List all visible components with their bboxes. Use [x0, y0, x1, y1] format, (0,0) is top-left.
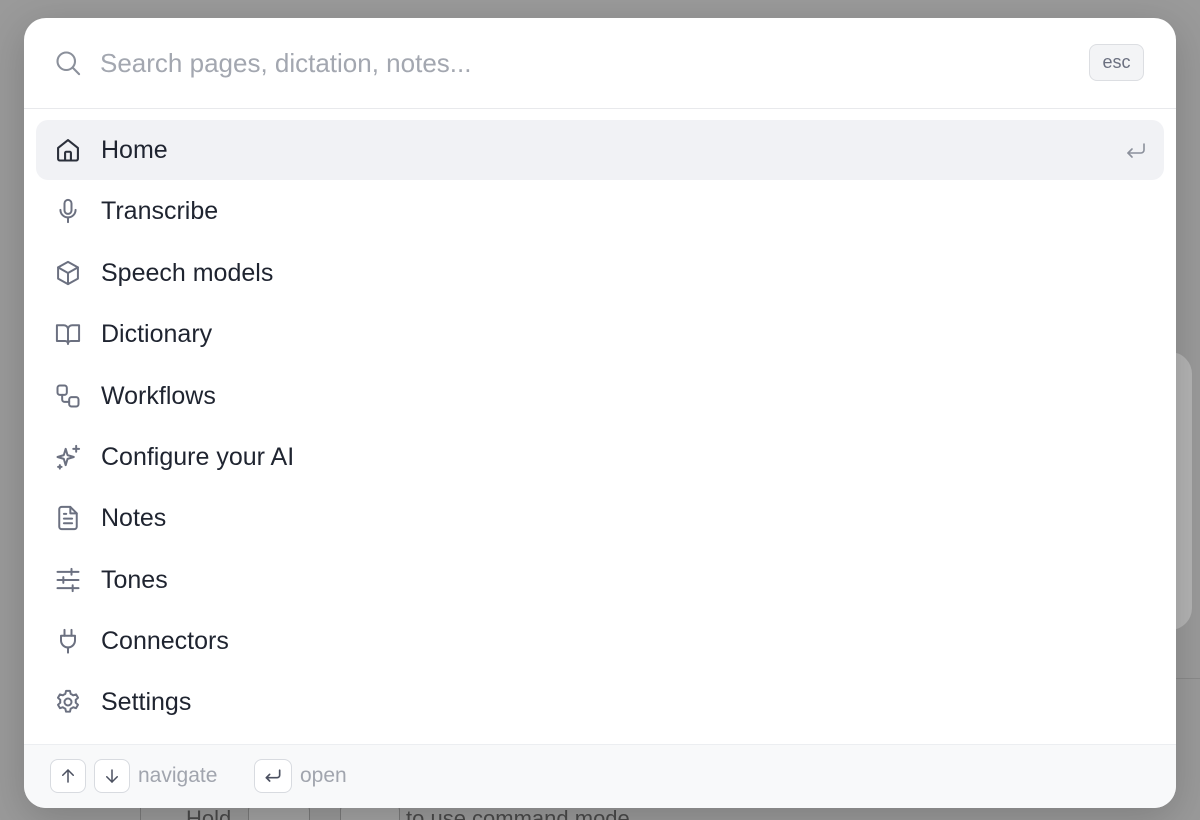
arrow-up-key [50, 759, 86, 793]
sparkles-icon [54, 443, 82, 471]
enter-icon [1127, 143, 1145, 158]
book-open-icon [54, 320, 82, 348]
command-item-label: Notes [101, 504, 167, 533]
command-item-label: Transcribe [101, 197, 219, 226]
microphone-icon [54, 197, 82, 225]
home-icon [54, 136, 82, 164]
esc-key-badge[interactable]: esc [1089, 44, 1144, 81]
command-item-label: Home [101, 136, 168, 164]
command-item-connectors[interactable]: Connectors [36, 611, 1164, 671]
command-item-notes[interactable]: Notes [36, 488, 1164, 548]
navigate-hint: navigate [138, 764, 218, 787]
command-item-label: Tones [101, 565, 168, 594]
gear-icon [54, 688, 82, 716]
search-icon [56, 51, 81, 76]
command-item-workflows[interactable]: Workflows [36, 366, 1164, 426]
command-item-home[interactable]: Home [36, 120, 1164, 180]
command-item-settings[interactable]: Settings [36, 672, 1164, 732]
command-item-dictionary[interactable]: Dictionary [36, 304, 1164, 364]
arrow-up-icon [62, 769, 74, 783]
search-bar: esc [24, 18, 1176, 109]
command-list: Home Transcribe Speech models Dictionary… [36, 120, 1164, 734]
command-item-label: Connectors [101, 627, 229, 655]
file-text-icon [54, 504, 82, 532]
command-palette: esc Home Trans [24, 18, 1176, 808]
arrow-down-key [94, 759, 130, 793]
command-item-speech-models[interactable]: Speech models [36, 243, 1164, 303]
command-item-label: Settings [101, 688, 192, 717]
workflow-icon [54, 382, 82, 410]
arrow-down-icon [106, 769, 118, 783]
command-item-label: Speech models [101, 258, 274, 287]
background-hint-prefix: Hold [186, 806, 232, 820]
palette-footer: navigate open [24, 744, 1176, 808]
plug-icon [54, 627, 82, 655]
open-hint: open [300, 764, 347, 787]
enter-icon [265, 769, 281, 782]
command-item-tones[interactable]: Tones [36, 550, 1164, 610]
command-item-configure-ai[interactable]: Configure your AI [36, 427, 1164, 487]
command-item-transcribe[interactable]: Transcribe [36, 181, 1164, 241]
command-item-label: Configure your AI [101, 442, 295, 471]
sliders-icon [54, 566, 82, 594]
cube-icon [54, 259, 82, 287]
command-item-label: Dictionary [101, 320, 213, 349]
search-input[interactable] [100, 42, 1060, 84]
background-divider [1176, 678, 1200, 679]
command-item-label: Workflows [101, 381, 216, 410]
enter-key [254, 759, 292, 793]
background-hint-suffix: to use command mode [406, 806, 630, 820]
